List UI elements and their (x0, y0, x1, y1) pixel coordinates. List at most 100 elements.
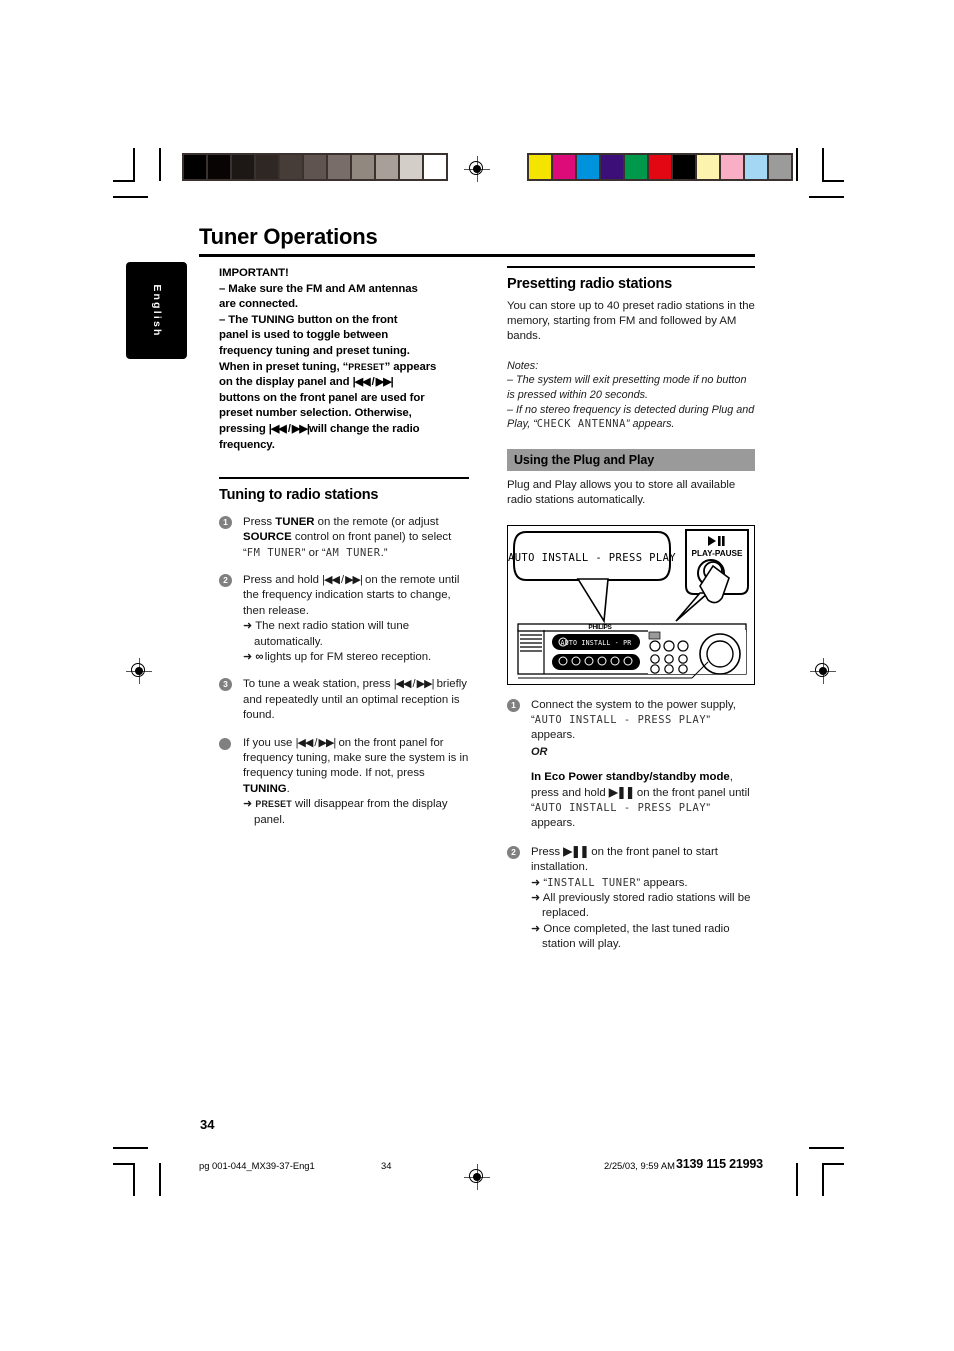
bullet-icon (219, 737, 231, 750)
notes-block: Notes: – The system will exit presetting… (507, 359, 755, 432)
important-heading: IMPORTANT! (219, 267, 289, 279)
important-line-1-cont: are connected. (219, 298, 298, 311)
quote: ” or “ (301, 546, 326, 559)
language-tab-label: English (150, 283, 163, 338)
footer-doc-code: 3139 115 21993 (676, 1157, 763, 1171)
svg-text:PLAY-PAUSE: PLAY-PAUSE (692, 549, 743, 558)
important-line-3: panel is used to toggle between (219, 329, 389, 342)
plug-and-play-heading: Using the Plug and Play (507, 448, 755, 471)
important-block: IMPORTANT! – Make sure the FM and AM ant… (219, 266, 469, 453)
important-line-6b: buttons on the front panel are used for (219, 391, 425, 404)
source-control-label: SOURCE (243, 531, 292, 544)
arrow-right-icon: ➜ (243, 620, 253, 633)
list-item: 2 Press and hold |◀◀ / ▶▶| on the remote… (219, 573, 469, 665)
or-label: OR (531, 745, 548, 758)
sub-result-text: Once completed, the last tuned radio sta… (542, 922, 730, 951)
step-text: Press (243, 515, 276, 528)
play-pause-icon: ▶❚❚ (608, 786, 635, 799)
title-divider (199, 254, 755, 257)
list-item: 1 Press TUNER on the remote (or adjust S… (219, 515, 469, 561)
important-line-9: frequency. (219, 438, 275, 451)
plug-and-play-body: Plug and Play allows you to store all av… (507, 478, 736, 507)
prev-next-track-icon: |◀◀ / ▶▶| (295, 736, 337, 749)
play-pause-icon: ▶❚❚ (563, 845, 589, 858)
important-line-5b: ” appears (384, 360, 437, 373)
arrow-right-icon: ➜ (243, 798, 253, 811)
step-text: Press and hold (243, 573, 323, 586)
sub-result-text: lights up for FM stereo reception. (264, 650, 432, 663)
important-line-2a: – The (219, 313, 249, 326)
tuning-heading: Tuning to radio stations (219, 486, 379, 503)
preset-indicator-label: PRESET (255, 799, 292, 810)
sub-result-text: ” appears. (636, 876, 688, 889)
svg-text:PHILIPS: PHILIPS (588, 624, 612, 631)
presetting-heading: Presetting radio stations (507, 275, 673, 292)
print-footer: pg 001-044_MX39-37-Eng1 34 2/25/03, 9:59… (0, 1157, 954, 1180)
list-item: 1 Connect the system to the power supply… (507, 698, 755, 832)
footer-filename: pg 001-044_MX39-37-Eng1 (199, 1160, 315, 1171)
eco-power-mode-label: In Eco Power standby/standby mode (531, 771, 730, 784)
quote: .” (380, 546, 388, 559)
page-content: English Tuner Operations IMPORTANT! – Ma… (0, 0, 954, 1351)
important-line-2b: TUNING (251, 313, 295, 326)
sub-result-text: All previously stored radio stations wil… (542, 892, 751, 920)
step-number-badge: 1 (219, 515, 232, 529)
lcd-auto-install-press-play: AUTO INSTALL - PRESS PLAY (534, 714, 707, 726)
prev-next-track-icon: |◀◀ / ▶▶| (352, 376, 394, 389)
prev-next-track-icon: |◀◀ / ▶▶| (322, 573, 363, 586)
step-text: . (286, 782, 290, 795)
note-1: – The system will exit presetting mode i… (507, 374, 747, 401)
page-number: 34 (200, 1117, 215, 1132)
preset-indicator-label: PRESET (348, 361, 385, 372)
important-line-8b: will change the radio (308, 422, 420, 435)
lcd-install-tuner: INSTALL TUNER (547, 876, 637, 889)
step-text: on the remote (or adjust (314, 515, 439, 528)
step-number-badge: 1 (507, 698, 520, 712)
right-column: Presetting radio stations You can store … (507, 266, 755, 953)
lcd-check-antenna: CHECK ANTENNA (536, 418, 626, 431)
list-item: 2 Press ▶❚❚ on the front panel to start … (507, 845, 755, 953)
lcd-am-tuner: AM TUNER (325, 546, 381, 559)
step-number-badge: 3 (219, 678, 232, 692)
prev-next-track-icon: |◀◀ / ▶▶| (268, 422, 310, 435)
illustration-svg: AUTO INSTALL - PRESS PLAY PLAY-PAUSE PHI… (508, 528, 749, 679)
arrow-right-icon: ➜ (531, 922, 541, 935)
important-line-8a: pressing (219, 422, 266, 435)
tuning-button-label: TUNING (243, 782, 287, 795)
step-text: To tune a weak station, press (243, 678, 394, 691)
sub-result: ➜ Once completed, the last tuned radio s… (531, 922, 755, 953)
left-column: IMPORTANT! – Make sure the FM and AM ant… (219, 266, 469, 828)
important-line-7: preset number selection. Otherwise, (219, 407, 412, 420)
sub-result: ➜ PRESET will disappear from the display… (243, 797, 469, 828)
step-text: Press (531, 845, 564, 858)
footer-page: 34 (381, 1160, 392, 1171)
sub-result-text: The next radio station will tune automat… (254, 620, 410, 648)
section-divider-tuning (219, 477, 469, 479)
prev-next-track-icon: |◀◀ / ▶▶| (393, 678, 435, 691)
presetting-body: You can store up to 40 preset radio stat… (507, 299, 755, 343)
arrow-right-icon: ➜ (531, 892, 541, 905)
list-item: If you use |◀◀ / ▶▶| on the front panel … (219, 736, 469, 828)
arrow-right-icon: ➜ (531, 876, 541, 889)
step-number-badge: 2 (507, 845, 520, 859)
sub-result: ➜ The next radio station will tune autom… (243, 619, 469, 650)
section-divider-presetting (507, 266, 755, 268)
step-number-badge: 2 (219, 573, 232, 587)
sub-result: ➜ ∞ lights up for FM stereo reception. (243, 650, 469, 665)
stereo-indicator-icon: ∞ (255, 650, 263, 663)
tuner-button-label: TUNER (275, 515, 315, 528)
notes-label: Notes: (507, 359, 539, 372)
lcd-auto-install-press-play: AUTO INSTALL - PRESS PLAY (534, 802, 707, 815)
sub-result: ➜ “INSTALL TUNER” appears. (531, 876, 755, 891)
sub-result: ➜ All previously stored radio stations w… (531, 891, 755, 922)
language-tab: English (126, 262, 187, 359)
note-2b: ” appears. (625, 418, 675, 431)
svg-text:AUTO INSTALL - PRESS PLAY: AUTO INSTALL - PRESS PLAY (508, 552, 676, 564)
step-text: control on front panel) to select (291, 531, 452, 544)
list-item: 3 To tune a weak station, press |◀◀ / ▶▶… (219, 677, 469, 723)
svg-text:AUTO INSTALL - PR: AUTO INSTALL - PR (561, 639, 632, 647)
plug-and-play-illustration: AUTO INSTALL - PRESS PLAY PLAY-PAUSE PHI… (507, 524, 755, 685)
important-line-2c: button on the front (297, 313, 398, 326)
arrow-right-icon: ➜ (243, 650, 253, 663)
page-title: Tuner Operations (199, 224, 378, 249)
